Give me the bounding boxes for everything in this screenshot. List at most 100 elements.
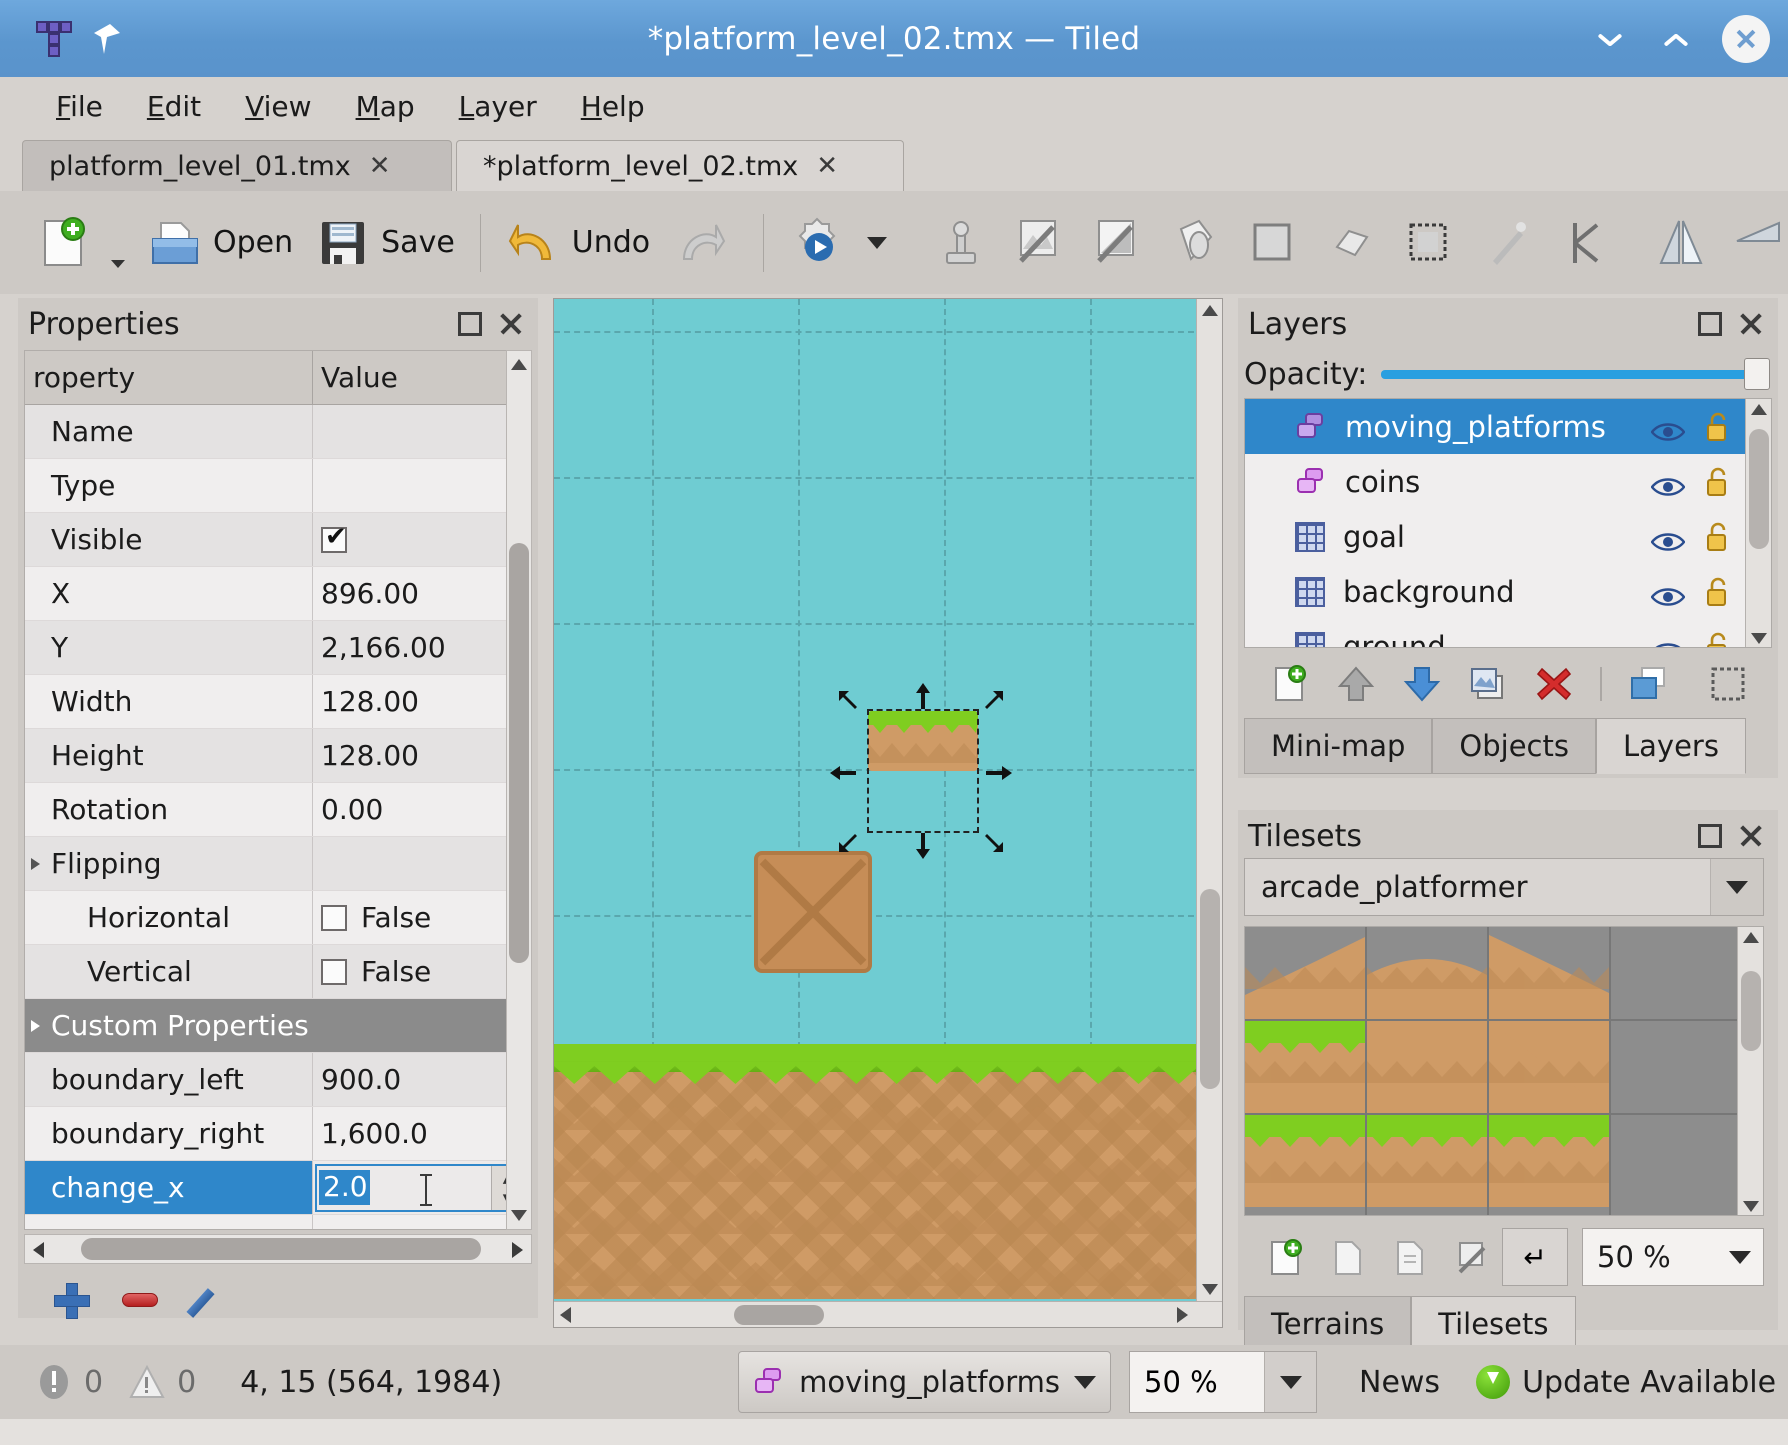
resize-sw-handle[interactable] <box>835 826 865 856</box>
property-value[interactable] <box>313 405 531 458</box>
layer-properties-button[interactable] <box>1628 664 1668 704</box>
chevron-down-icon[interactable] <box>1264 1352 1316 1412</box>
menu-layer[interactable]: Layer <box>437 86 559 127</box>
delete-layer-button[interactable] <box>1534 664 1574 704</box>
property-value[interactable]: 1,600.0 <box>313 1107 531 1160</box>
dropdown-arrow-icon[interactable] <box>867 237 887 249</box>
column-header-value[interactable]: Value <box>313 351 531 404</box>
select-same-tile-tool[interactable] <box>1546 202 1624 284</box>
scroll-up-arrow-icon[interactable] <box>1751 404 1767 415</box>
resize-ne-handle[interactable] <box>977 687 1007 717</box>
property-row-horizontal[interactable]: Horizontal False <box>25 891 531 945</box>
lower-layer-button[interactable] <box>1402 664 1442 704</box>
property-row-x[interactable]: X 896.00 <box>25 567 531 621</box>
layer-row-goal[interactable]: goal <box>1245 509 1771 564</box>
scroll-up-arrow-icon[interactable] <box>1743 932 1759 943</box>
eye-icon[interactable] <box>1651 416 1685 438</box>
highlight-layer-button[interactable] <box>1708 664 1748 704</box>
fill-tool[interactable] <box>1078 202 1156 284</box>
property-value[interactable]: 128.00 <box>313 729 531 782</box>
layer-row-moving-platforms[interactable]: moving_platforms <box>1245 399 1771 454</box>
resize-se-handle[interactable] <box>977 826 1007 856</box>
float-window-icon[interactable] <box>1698 312 1722 336</box>
open-button[interactable]: Open <box>136 202 304 284</box>
scrollbar-thumb[interactable] <box>1749 429 1769 549</box>
scroll-down-arrow-icon[interactable] <box>1751 633 1767 644</box>
tab-tilesets[interactable]: Tilesets <box>1411 1296 1575 1352</box>
property-row-y[interactable]: Y 2,166.00 <box>25 621 531 675</box>
resize-n-handle[interactable] <box>908 681 938 711</box>
property-row-visible[interactable]: Visible <box>25 513 531 567</box>
canvas-hscrollbar[interactable] <box>554 1301 1223 1327</box>
tab-objects[interactable]: Objects <box>1432 718 1596 774</box>
crate-tile[interactable] <box>754 851 872 973</box>
duplicate-layer-button[interactable] <box>1468 664 1508 704</box>
change-x-spinbox[interactable]: 2.0 ▲ ▼ <box>315 1164 527 1212</box>
tileset-tile-grid[interactable] <box>1244 926 1764 1216</box>
tileset-vscrollbar[interactable] <box>1737 927 1763 1216</box>
current-layer-combo[interactable]: moving_platforms <box>738 1351 1111 1413</box>
eye-icon[interactable] <box>1651 636 1685 649</box>
scroll-up-arrow-icon[interactable] <box>511 359 527 370</box>
scrollbar-thumb[interactable] <box>81 1238 481 1260</box>
reset-zoom-button[interactable]: ↵ <box>1502 1228 1568 1286</box>
map-canvas[interactable] <box>553 298 1223 1328</box>
news-link[interactable]: News <box>1359 1365 1440 1400</box>
property-value[interactable] <box>313 459 531 512</box>
scrollbar-thumb[interactable] <box>734 1305 824 1325</box>
pencil-icon[interactable] <box>192 1283 226 1317</box>
minus-icon[interactable] <box>122 1293 158 1307</box>
resize-nw-handle[interactable] <box>835 687 865 717</box>
chevron-down-icon[interactable] <box>1711 881 1763 894</box>
float-window-icon[interactable] <box>1698 824 1722 848</box>
visible-checkbox[interactable] <box>321 527 347 553</box>
close-icon[interactable] <box>1738 823 1764 849</box>
stamp-brush-tool[interactable] <box>922 202 1000 284</box>
eraser-tool[interactable] <box>1312 202 1390 284</box>
close-icon[interactable]: ✕ <box>816 151 838 181</box>
scroll-down-arrow-icon[interactable] <box>511 1210 527 1221</box>
change-x-input-value[interactable]: 2.0 <box>319 1170 370 1205</box>
close-icon[interactable] <box>498 311 524 337</box>
properties-vscrollbar[interactable] <box>506 350 532 1230</box>
tileset-zoom-value[interactable]: 50 % <box>1583 1240 1717 1274</box>
chevron-down-icon[interactable] <box>1717 1251 1763 1264</box>
doc-tab-level-01[interactable]: platform_level_01.tmx ✕ <box>22 140 452 191</box>
new-file-button[interactable] <box>24 202 136 284</box>
tileset-selector[interactable]: arcade_platformer <box>1244 858 1764 916</box>
scroll-left-arrow-icon[interactable] <box>33 1242 44 1258</box>
scroll-right-arrow-icon[interactable] <box>512 1242 523 1258</box>
lock-open-icon[interactable] <box>1707 467 1731 497</box>
lock-open-icon[interactable] <box>1707 577 1731 607</box>
zoom-combo[interactable]: 50 % <box>1129 1351 1317 1413</box>
flip-horizontal-button[interactable] <box>1642 202 1720 284</box>
menu-map[interactable]: Map <box>334 86 437 127</box>
opacity-slider[interactable] <box>1381 356 1770 392</box>
zoom-value[interactable]: 50 % <box>1130 1365 1264 1399</box>
property-row-name[interactable]: Name <box>25 405 531 459</box>
property-row-rotation[interactable]: Rotation 0.00 <box>25 783 531 837</box>
minimize-button[interactable] <box>1590 19 1630 59</box>
tab-mini-map[interactable]: Mini-map <box>1244 718 1432 774</box>
eye-icon[interactable] <box>1651 471 1685 493</box>
custom-property-row-boundary-left[interactable]: boundary_left 900.0 <box>25 1053 531 1107</box>
raise-layer-button[interactable] <box>1336 664 1376 704</box>
menu-edit[interactable]: Edit <box>125 86 223 127</box>
layer-row-ground[interactable]: ground <box>1245 619 1771 648</box>
new-tileset-button[interactable] <box>1266 1238 1306 1278</box>
execute-button[interactable] <box>778 202 898 284</box>
menu-view[interactable]: View <box>223 86 333 127</box>
scrollbar-thumb[interactable] <box>1200 889 1220 1089</box>
flip-vertical-button[interactable] <box>1720 202 1788 284</box>
column-header-property[interactable]: roperty <box>25 351 313 404</box>
menu-file[interactable]: File <box>34 86 125 127</box>
close-icon[interactable]: ✕ <box>369 151 391 181</box>
rectangle-select-tool[interactable] <box>1390 202 1468 284</box>
property-row-vertical[interactable]: Vertical False <box>25 945 531 999</box>
dropdown-arrow-icon[interactable] <box>111 260 125 268</box>
horizontal-flip-checkbox[interactable] <box>321 905 347 931</box>
property-value[interactable]: 900.0 <box>313 1053 531 1106</box>
plus-icon[interactable] <box>54 1283 88 1317</box>
property-value[interactable]: 2,166.00 <box>313 621 531 674</box>
layer-list-vscrollbar[interactable] <box>1745 399 1771 648</box>
